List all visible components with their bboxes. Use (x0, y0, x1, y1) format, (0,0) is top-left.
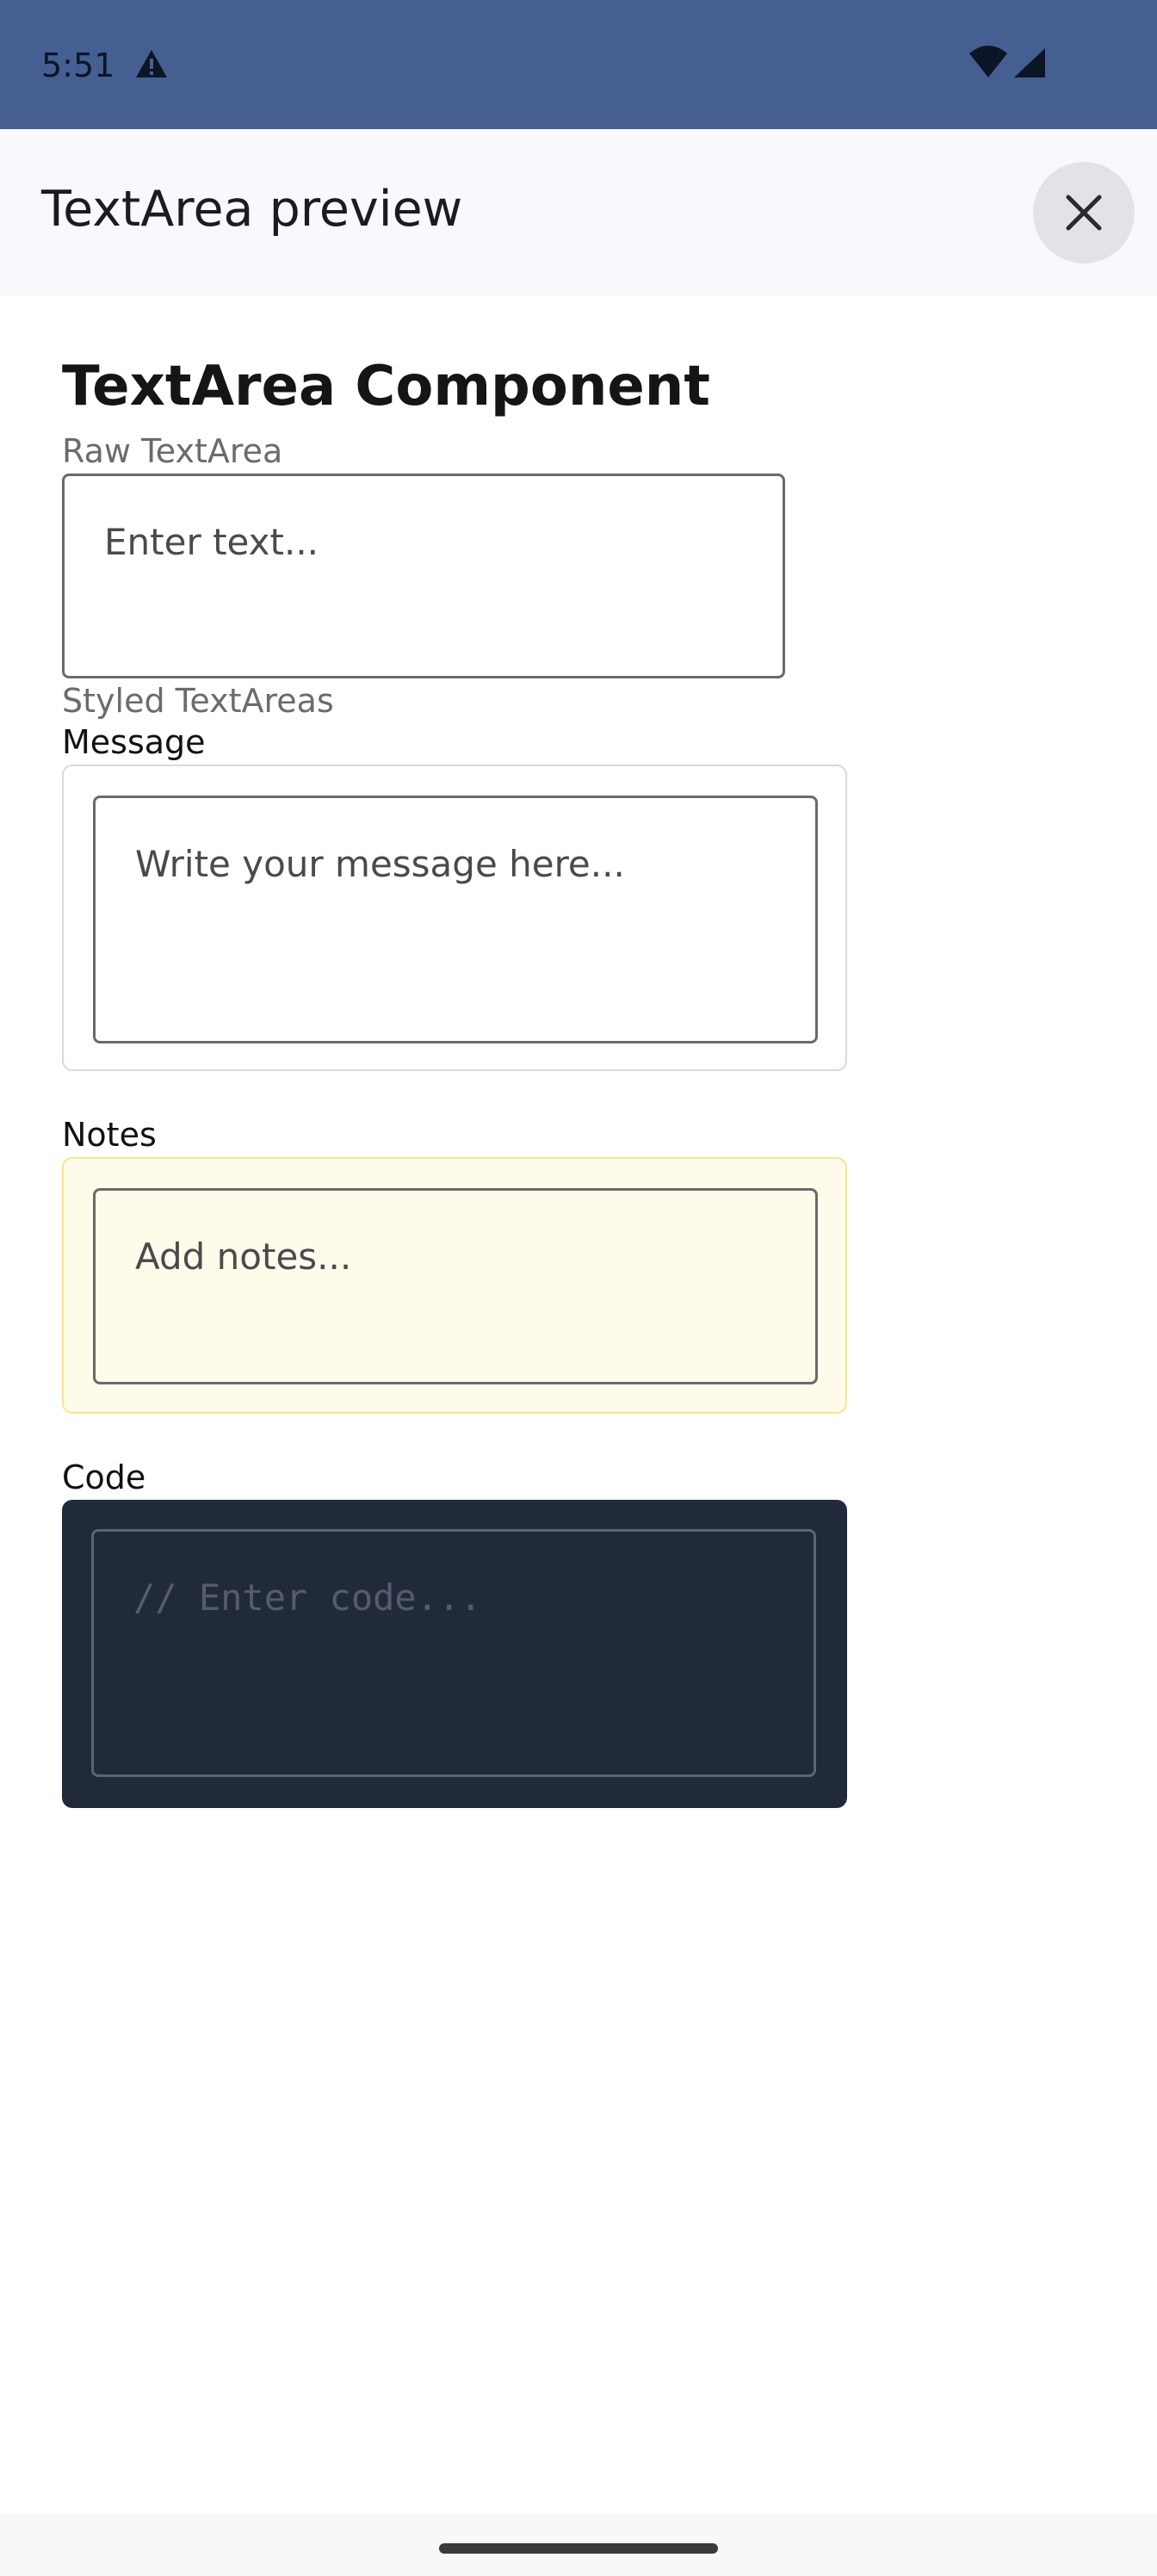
wifi-icon (969, 46, 1007, 77)
message-label: Message (62, 723, 206, 761)
navigation-bar (0, 2514, 1157, 2576)
close-button[interactable] (1033, 162, 1135, 263)
code-panel (62, 1500, 847, 1808)
raw-textarea[interactable] (62, 474, 785, 678)
component-heading: TextArea Component (62, 355, 710, 418)
notes-textarea[interactable] (93, 1188, 818, 1384)
notes-label: Notes (62, 1116, 157, 1154)
status-bar: 5:51 (0, 0, 1157, 129)
app-bar: TextArea preview (0, 129, 1157, 296)
signal-icon (1014, 48, 1045, 77)
message-panel (62, 765, 847, 1071)
notes-panel (62, 1157, 847, 1414)
home-gesture-handle[interactable] (439, 2543, 718, 2554)
warning-icon (136, 50, 167, 77)
close-icon (1066, 195, 1102, 231)
code-label: Code (62, 1458, 146, 1496)
raw-section-label: Raw TextArea (62, 432, 283, 470)
styled-section-label: Styled TextAreas (62, 682, 334, 720)
code-textarea[interactable] (91, 1529, 816, 1777)
status-time: 5:51 (41, 46, 115, 84)
message-textarea[interactable] (93, 796, 818, 1043)
page-title: TextArea preview (41, 181, 463, 238)
